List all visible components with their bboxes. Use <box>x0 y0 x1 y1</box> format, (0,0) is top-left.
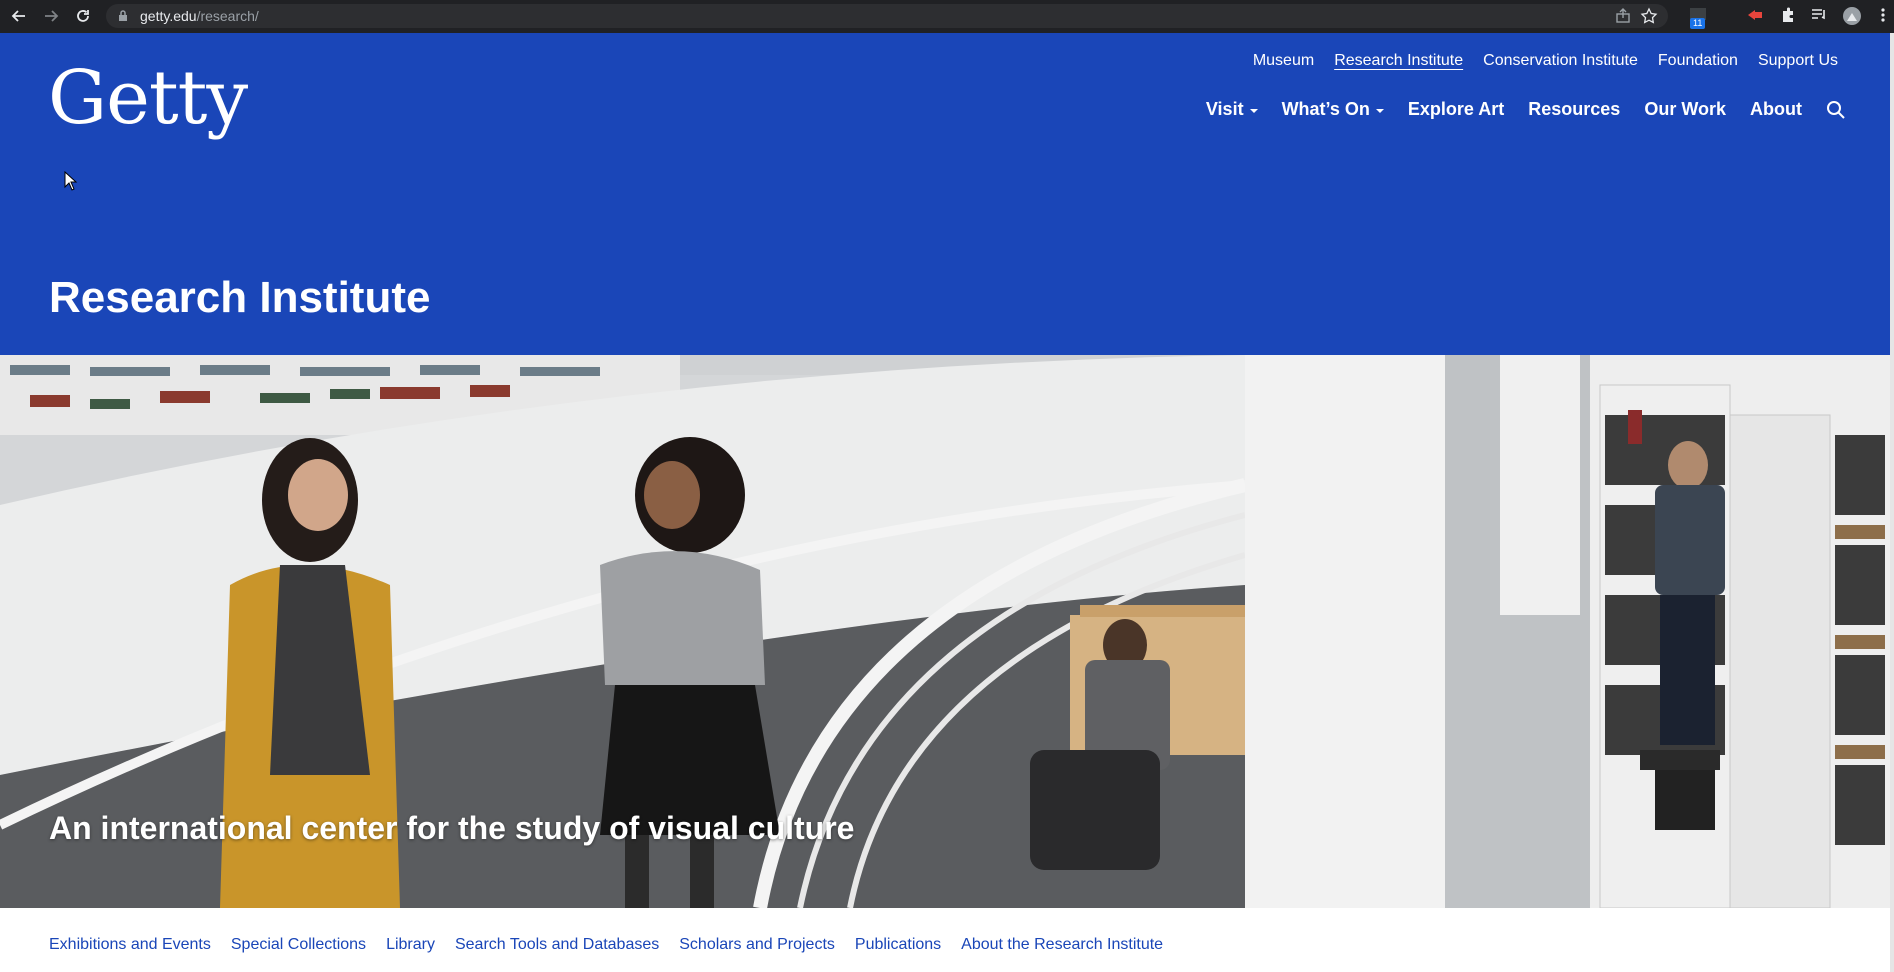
top-link-support-us[interactable]: Support Us <box>1758 52 1838 70</box>
sub-nav-exhibitions-events[interactable]: Exhibitions and Events <box>49 936 211 954</box>
sub-nav-scholars-projects[interactable]: Scholars and Projects <box>679 936 835 954</box>
main-nav: Visit What’s On Explore Art Resources Ou… <box>1206 99 1846 120</box>
page-scrollbar[interactable] <box>1890 33 1894 972</box>
url-text: getty.edu/research/ <box>140 8 259 24</box>
page-title: Research Institute <box>49 273 431 322</box>
forward-icon[interactable] <box>40 5 62 27</box>
address-bar[interactable]: getty.edu/research/ <box>106 4 1668 28</box>
hero-tagline: An international center for the study of… <box>49 810 855 846</box>
getty-logo[interactable]: Getty <box>48 55 248 141</box>
browser-menu-icon[interactable] <box>1880 6 1886 24</box>
sub-nav-about-research-institute[interactable]: About the Research Institute <box>961 936 1163 954</box>
nav-whats-on[interactable]: What’s On <box>1282 99 1384 120</box>
caret-down-icon <box>1249 108 1258 113</box>
lock-icon <box>118 10 128 22</box>
nav-visit-label: Visit <box>1205 99 1244 119</box>
research-sub-nav: Exhibitions and Events Special Collectio… <box>49 936 1163 954</box>
record-extension-icon[interactable] <box>1746 6 1764 24</box>
bookmark-star-icon[interactable] <box>1640 7 1658 25</box>
reload-icon[interactable] <box>72 5 94 27</box>
mouse-cursor-icon <box>64 170 78 196</box>
profile-avatar-icon[interactable] <box>1842 6 1862 26</box>
sub-nav-search-tools[interactable]: Search Tools and Databases <box>455 936 659 954</box>
top-links: Museum Research Institute Conservation I… <box>1253 52 1838 70</box>
reading-list-icon[interactable] <box>1810 6 1828 24</box>
nav-our-work[interactable]: Our Work <box>1644 99 1726 120</box>
extension-badge: 11 <box>1690 18 1706 29</box>
browser-toolbar: getty.edu/research/ 11 <box>0 0 1894 33</box>
nav-visit[interactable]: Visit <box>1206 99 1258 120</box>
nav-explore-art[interactable]: Explore Art <box>1408 99 1504 120</box>
back-icon[interactable] <box>8 5 30 27</box>
sub-nav-special-collections[interactable]: Special Collections <box>231 936 366 954</box>
search-icon[interactable] <box>1826 100 1846 120</box>
extensions-puzzle-icon[interactable] <box>1779 6 1797 24</box>
nav-whats-on-label: What’s On <box>1281 99 1370 119</box>
sub-nav-publications[interactable]: Publications <box>855 936 941 954</box>
top-link-conservation-institute[interactable]: Conservation Institute <box>1483 52 1638 70</box>
nav-resources[interactable]: Resources <box>1528 99 1620 120</box>
site-header: Getty Museum Research Institute Conserva… <box>0 33 1890 355</box>
caret-down-icon <box>1375 108 1384 113</box>
top-link-museum[interactable]: Museum <box>1253 52 1314 70</box>
nav-about[interactable]: About <box>1750 99 1802 120</box>
hero-image: An international center for the study of… <box>0 355 1890 908</box>
top-link-research-institute[interactable]: Research Institute <box>1334 52 1463 70</box>
sub-nav-library[interactable]: Library <box>386 936 435 954</box>
top-link-foundation[interactable]: Foundation <box>1658 52 1738 70</box>
share-icon[interactable] <box>1614 7 1632 25</box>
